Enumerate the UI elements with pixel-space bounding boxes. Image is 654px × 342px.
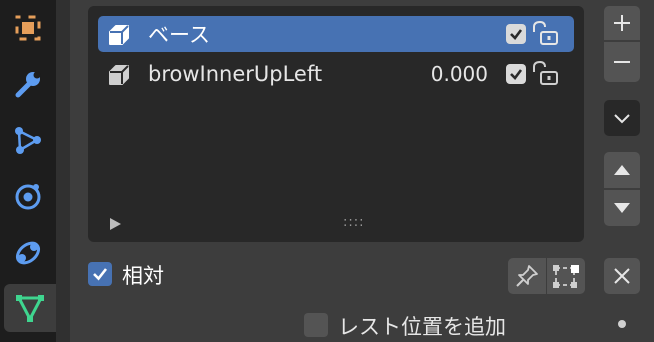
relative-checkbox[interactable] xyxy=(88,262,112,286)
tab-bar-divider xyxy=(56,0,70,342)
properties-tab-bar xyxy=(0,0,56,342)
shape-key-icon xyxy=(109,65,129,85)
modifiers-tab[interactable] xyxy=(4,60,52,108)
move-up-button[interactable] xyxy=(604,152,640,188)
minus-icon xyxy=(614,61,630,63)
filter-options-toggle[interactable] xyxy=(110,218,121,230)
constraints-tab[interactable] xyxy=(4,228,52,276)
object-icon xyxy=(15,15,41,41)
panel-options-dot[interactable] xyxy=(618,320,626,328)
triangle-up-icon xyxy=(614,165,630,175)
checkmark-icon xyxy=(93,268,108,281)
triangle-down-icon xyxy=(614,203,630,213)
edit-mode-icon xyxy=(553,265,579,288)
unlock-icon[interactable] xyxy=(530,20,560,48)
remove-shape-key-button[interactable] xyxy=(604,42,640,82)
particles-icon xyxy=(15,127,41,154)
edit-mode-shape-button[interactable] xyxy=(547,258,585,294)
rest-position-label: レスト位置を追加 xyxy=(338,315,506,339)
plus-icon xyxy=(614,15,630,31)
close-icon xyxy=(614,268,630,284)
add-shape-key-button[interactable] xyxy=(604,6,640,40)
mesh-data-icon xyxy=(16,295,44,322)
constraint-icon xyxy=(15,241,41,265)
shape-key-mute-checkbox[interactable] xyxy=(506,64,526,84)
shape-key-specials-menu[interactable] xyxy=(604,100,640,136)
shape-key-mute-checkbox[interactable] xyxy=(506,24,526,44)
shape-key-icon xyxy=(109,25,129,45)
physics-tab[interactable] xyxy=(4,172,52,220)
shape-key-name: ベース xyxy=(148,23,210,47)
shape-key-list[interactable]: ベース browInnerUpLeft 0.000 xyxy=(88,6,584,242)
unlock-icon[interactable] xyxy=(530,60,560,88)
chevron-down-icon xyxy=(614,114,630,124)
wrench-icon xyxy=(15,71,41,98)
clear-shape-key-button[interactable] xyxy=(604,258,640,294)
physics-icon xyxy=(15,184,41,210)
shape-key-row-basis[interactable]: ベース xyxy=(98,16,574,52)
particles-tab[interactable] xyxy=(4,116,52,164)
data-tab[interactable] xyxy=(4,284,56,332)
shape-key-value[interactable]: 0.000 xyxy=(431,62,488,86)
rest-position-checkbox[interactable] xyxy=(304,313,328,337)
shape-key-lock-button[interactable] xyxy=(508,258,546,294)
checkmark-icon xyxy=(510,29,523,40)
pin-icon xyxy=(516,265,538,287)
shape-key-name: browInnerUpLeft xyxy=(148,62,323,86)
relative-label: 相対 xyxy=(122,264,164,288)
move-down-button[interactable] xyxy=(604,190,640,226)
list-resize-grip[interactable]: :::: xyxy=(343,215,365,230)
object-tab[interactable] xyxy=(4,4,52,52)
checkmark-icon xyxy=(510,69,523,80)
shape-key-row[interactable]: browInnerUpLeft 0.000 xyxy=(98,56,574,92)
